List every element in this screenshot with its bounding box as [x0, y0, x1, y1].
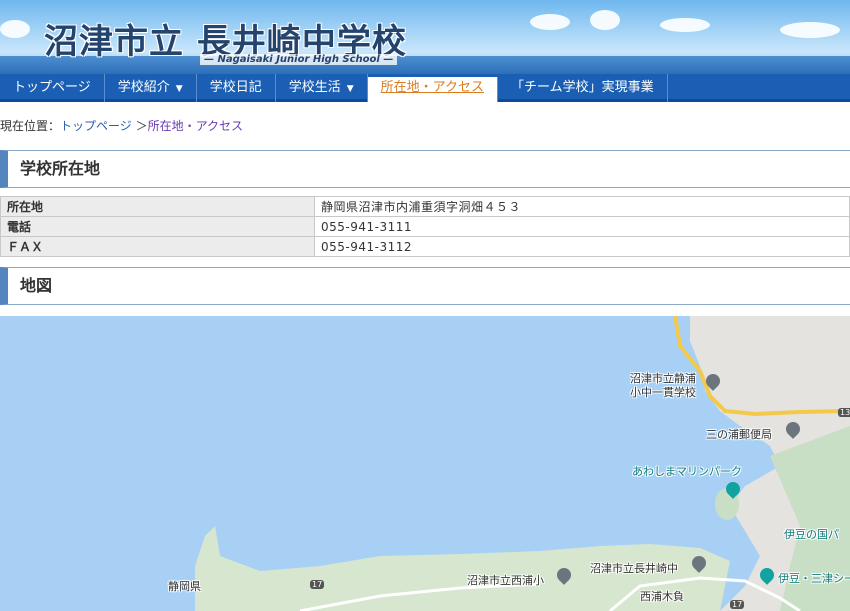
- cloud: [590, 10, 620, 30]
- table-row: 電話 055-941-3111: [0, 216, 850, 237]
- route-marker: 17: [730, 600, 745, 609]
- header-banner: 沼津市立 長井崎中学校 — Nagaisaki Junior High Scho…: [0, 0, 850, 74]
- nav-item-top[interactable]: トップページ: [0, 74, 105, 102]
- row-value: 055-941-3111: [314, 216, 850, 237]
- nav-label: 学校紹介: [117, 80, 170, 95]
- map-label: あわしまマリンパーク: [632, 465, 742, 478]
- nav-item-school-life[interactable]: 学校生活 ▼: [276, 74, 368, 102]
- cloud: [780, 22, 840, 38]
- row-label: 電話: [0, 216, 315, 237]
- nav-item-school-diary[interactable]: 学校日記: [197, 74, 276, 102]
- map-label: 西浦木負: [640, 590, 684, 603]
- nav-item-school-intro[interactable]: 学校紹介 ▼: [105, 74, 197, 102]
- breadcrumb-prefix: 現在位置：: [0, 119, 61, 133]
- map-label: 沼津市立長井崎中: [590, 562, 678, 575]
- table-row: ＦＡＸ 055-941-3112: [0, 236, 850, 257]
- row-label: ＦＡＸ: [0, 236, 315, 257]
- cloud: [660, 18, 710, 32]
- nav-label: 学校生活: [288, 80, 341, 95]
- map-label: 伊豆・三津シー: [778, 572, 850, 585]
- section-heading-location: 学校所在地: [0, 150, 850, 188]
- nav-label: 「チーム学校」実現事業: [511, 80, 654, 95]
- cloud: [530, 14, 570, 30]
- location-table: 所在地 静岡県沼津市内浦重須字洞畑４５３ 電話 055-941-3111 ＦＡＸ…: [0, 196, 850, 257]
- breadcrumb-home-link[interactable]: トップページ: [60, 119, 132, 133]
- route-marker: 17: [310, 580, 325, 589]
- map-label: 三の浦郵便局: [706, 428, 772, 441]
- map-label: 沼津市立西浦小: [467, 574, 544, 587]
- cloud: [0, 20, 30, 38]
- table-row: 所在地 静岡県沼津市内浦重須字洞畑４５３: [0, 196, 850, 217]
- caret-down-icon: ▼: [346, 84, 354, 94]
- embedded-map[interactable]: 134 17 17 沼津市立静浦 小中一貫学校 三の浦郵便局 あわしまマリンパー…: [0, 316, 850, 611]
- nav-label: 所在地・アクセス: [380, 80, 484, 95]
- breadcrumb: 現在位置：トップページ ＞所在地・アクセス: [0, 117, 243, 134]
- caret-down-icon: ▼: [175, 84, 183, 94]
- nav-item-team-school[interactable]: 「チーム学校」実現事業: [498, 74, 668, 102]
- nav-item-access[interactable]: 所在地・アクセス: [367, 77, 498, 102]
- main-nav: トップページ 学校紹介 ▼ 学校日記 学校生活 ▼ 所在地・アクセス 「チーム学校」…: [0, 74, 850, 102]
- map-label: 静岡県: [168, 580, 201, 593]
- row-label: 所在地: [0, 196, 315, 217]
- route-marker: 134: [838, 408, 850, 417]
- site-subtitle: — Nagaisaki Junior High School —: [200, 54, 398, 65]
- row-value: 055-941-3112: [314, 236, 850, 257]
- section-heading-map: 地図: [0, 267, 850, 305]
- nav-label: トップページ: [13, 80, 91, 95]
- row-value: 静岡県沼津市内浦重須字洞畑４５３: [314, 196, 850, 217]
- breadcrumb-current: 所在地・アクセス: [147, 119, 244, 133]
- map-label: 小中一貫学校: [630, 386, 696, 399]
- map-label: 伊豆の国パ: [784, 528, 839, 541]
- breadcrumb-separator: ＞: [131, 119, 148, 133]
- nav-label: 学校日記: [209, 80, 262, 95]
